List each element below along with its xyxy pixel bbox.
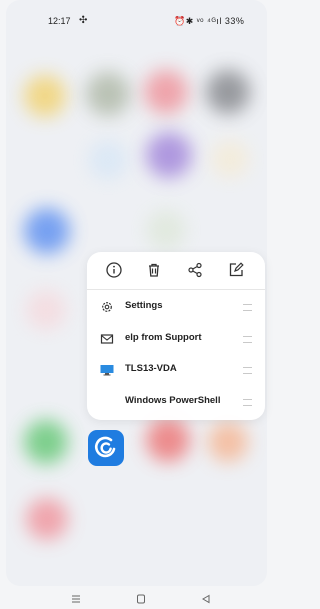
blurred-app-icon	[208, 422, 248, 462]
status-bar: 12:17 ✣ ⏰✱ ᵛᵒ ⁴ᴳıl 33%	[0, 14, 273, 30]
blurred-app-icon	[24, 420, 68, 464]
blurred-app-icon	[26, 290, 66, 330]
gear-icon	[100, 300, 114, 314]
navigation-bar	[0, 588, 273, 604]
trash-icon[interactable]	[145, 261, 163, 279]
shortcut-label: TLS13-VDA	[125, 363, 177, 374]
shortcut-label: elp from Support	[125, 332, 202, 343]
blurred-app-icon	[24, 208, 70, 254]
blurred-app-icon	[146, 418, 190, 462]
clock: 12:17	[48, 16, 71, 26]
system-icon: ✣	[79, 15, 88, 26]
blurred-app-icon	[26, 498, 68, 540]
drag-handle[interactable]	[243, 399, 252, 406]
share-icon[interactable]	[186, 261, 204, 279]
shortcut-tls13-vda[interactable]: TLS13-VDA	[87, 355, 265, 385]
shortcut-label: Windows PowerShell	[125, 395, 221, 406]
app-shortcut-menu: Settings elp from Support TLS13-VDA Wind…	[87, 252, 265, 420]
menu-divider	[87, 289, 265, 290]
blurred-app-icon	[24, 75, 66, 117]
mail-icon	[100, 332, 114, 346]
app-icon[interactable]	[88, 430, 124, 466]
blurred-app-icon	[88, 140, 128, 180]
recents-menu-icon[interactable]	[70, 591, 82, 603]
blurred-app-icon	[144, 70, 188, 114]
blurred-app-icon	[86, 72, 130, 116]
info-icon[interactable]	[105, 261, 123, 279]
status-indicators: ⏰✱ ᵛᵒ ⁴ᴳıl 33%	[174, 16, 245, 26]
shortcut-settings[interactable]: Settings	[87, 292, 265, 322]
blurred-app-icon	[211, 140, 249, 178]
monitor-icon	[100, 363, 114, 377]
back-icon[interactable]	[200, 591, 212, 604]
blurred-app-icon	[146, 210, 186, 250]
edit-icon[interactable]	[227, 261, 245, 279]
blurred-app-icon	[146, 132, 192, 178]
shortcut-help-from-support[interactable]: elp from Support	[87, 324, 265, 354]
drag-handle[interactable]	[243, 336, 252, 343]
drag-handle[interactable]	[243, 304, 252, 311]
blurred-app-icon	[206, 70, 250, 114]
quick-actions-row	[87, 252, 265, 288]
shortcut-label: Settings	[125, 300, 163, 311]
shortcut-windows-powershell[interactable]: Windows PowerShell	[87, 387, 265, 417]
drag-handle[interactable]	[243, 367, 252, 374]
home-icon[interactable]	[135, 591, 147, 604]
